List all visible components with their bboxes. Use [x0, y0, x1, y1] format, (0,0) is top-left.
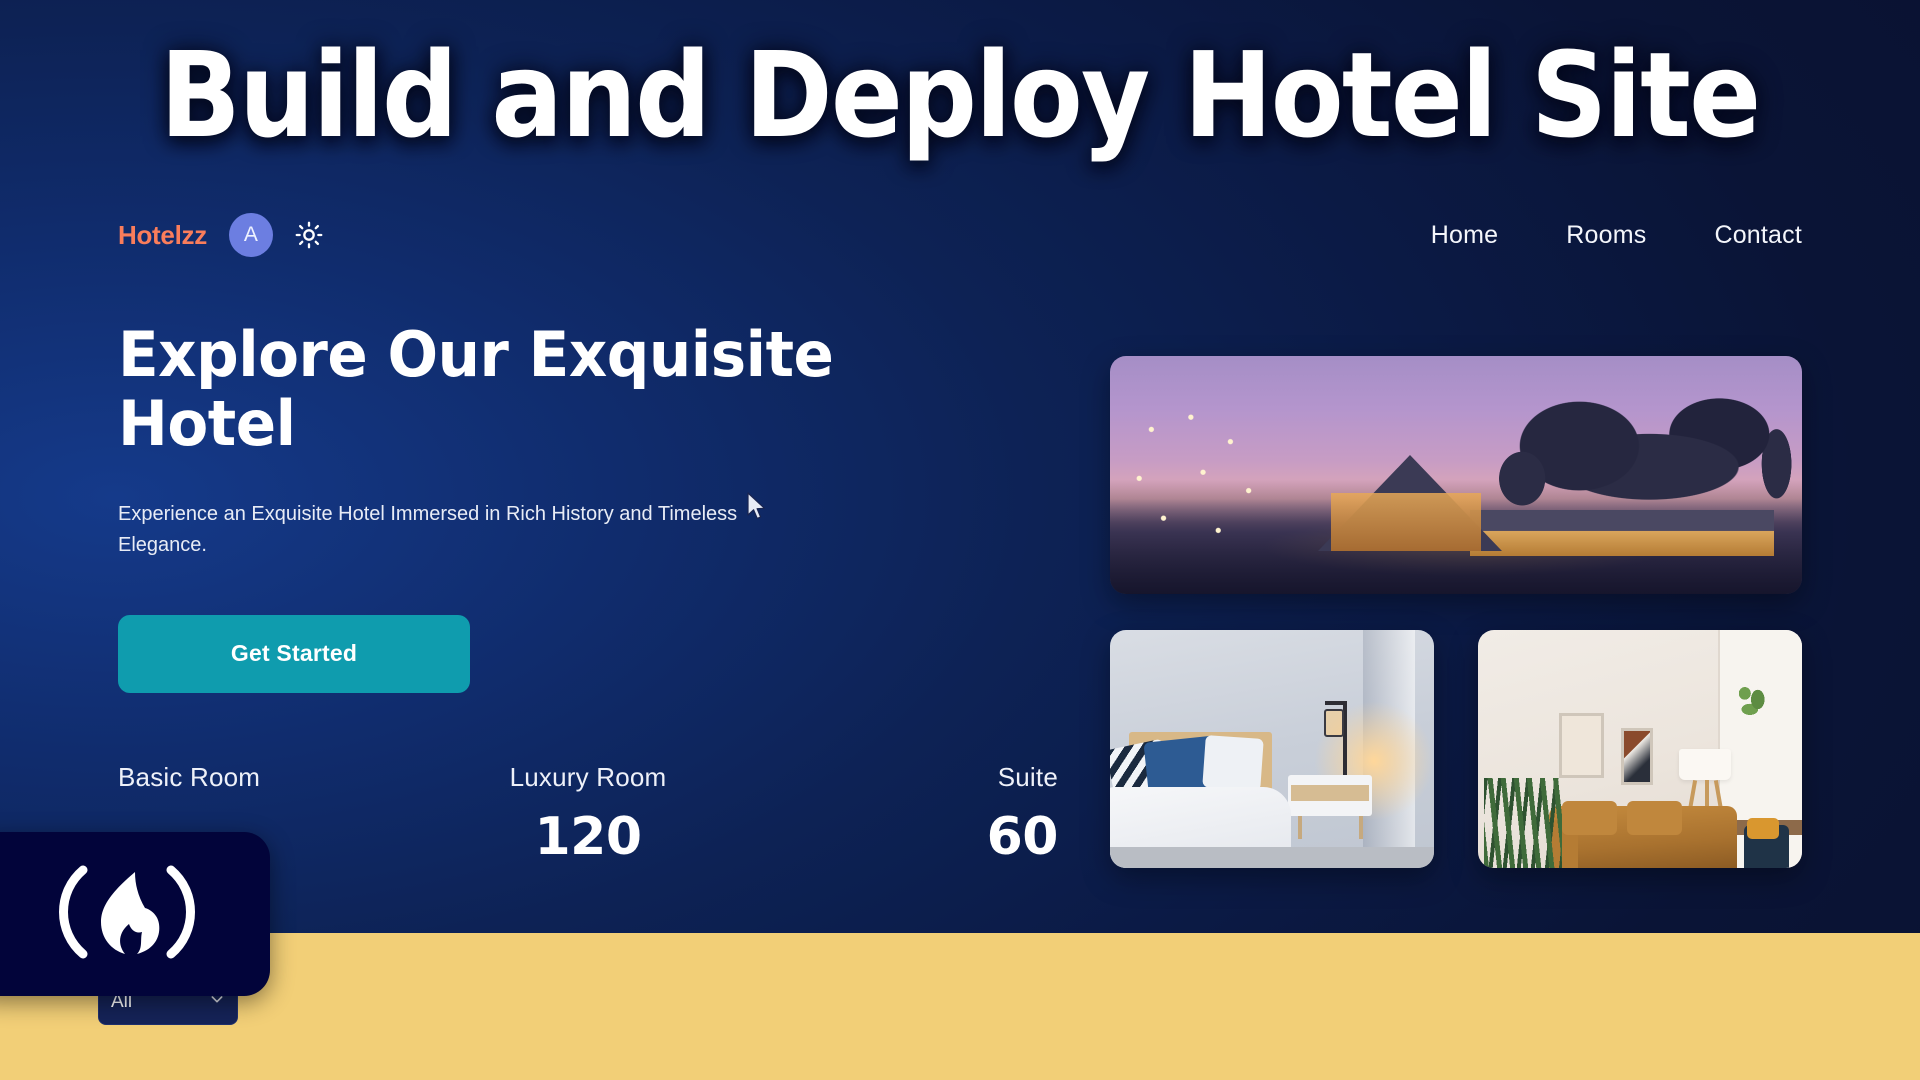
nav-link-contact[interactable]: Contact [1714, 221, 1802, 250]
search-bar: All Search Search [0, 933, 1920, 1080]
stat-luxury-room: Luxury Room 120 [431, 762, 744, 867]
nav-link-home[interactable]: Home [1431, 221, 1499, 250]
sun-icon[interactable] [295, 221, 323, 249]
hotel-bedroom-image [1110, 630, 1434, 868]
hero-heading: Explore Our Exquisite Hotel [118, 318, 834, 461]
video-title-overlay: Build and Deploy Hotel Site [0, 0, 1920, 190]
stat-suite: Suite 60 [745, 762, 1059, 867]
stat-value: 60 [986, 807, 1059, 867]
hotel-exterior-dusk-image [1110, 356, 1802, 594]
freecodecamp-logo-badge [0, 832, 270, 996]
stat-label: Basic Room [118, 762, 261, 792]
get-started-button[interactable]: Get Started [118, 614, 470, 693]
site-logo[interactable]: Hotelzz [118, 220, 207, 251]
hero-section: Explore Our Exquisite Hotel Experience a… [118, 320, 1118, 693]
video-title-text: Build and Deploy Hotel Site [160, 26, 1761, 164]
stat-value: 120 [534, 807, 642, 867]
screen: Build and Deploy Hotel Site Hotelzz A Ho… [0, 0, 1920, 1080]
freecodecamp-flame-icon [23, 858, 215, 971]
avatar-initial: A [243, 223, 258, 246]
hotel-living-room-image [1478, 630, 1802, 868]
nav-link-rooms[interactable]: Rooms [1566, 221, 1646, 250]
site-header: Hotelzz A Home Rooms Contact [0, 190, 1920, 280]
avatar[interactable]: A [228, 213, 273, 257]
stat-label: Luxury Room [509, 762, 667, 792]
stat-label: Suite [997, 762, 1058, 792]
hero-gallery [1110, 356, 1802, 868]
main-navigation: Home Rooms Contact [1431, 221, 1802, 250]
brand-group: Hotelzz A [118, 213, 323, 257]
hero-description: Experience an Exquisite Hotel Immersed i… [118, 502, 738, 556]
